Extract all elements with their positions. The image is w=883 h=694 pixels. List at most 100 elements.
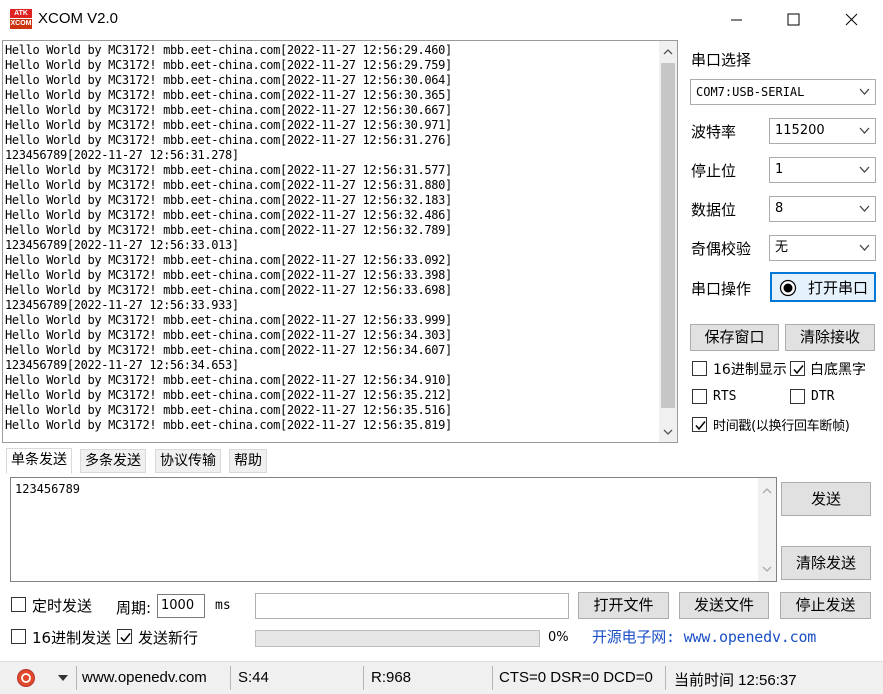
send-file-button[interactable]: 发送文件: [679, 592, 769, 619]
receive-line: Hello World by MC3172! mbb.eet-china.com…: [5, 388, 452, 402]
dtr-checkbox[interactable]: [790, 389, 805, 404]
tab-help[interactable]: 帮助: [229, 449, 267, 473]
receive-line: Hello World by MC3172! mbb.eet-china.com…: [5, 58, 452, 72]
receive-line: Hello World by MC3172! mbb.eet-china.com…: [5, 163, 452, 177]
hex-display-label: 16进制显示: [713, 362, 787, 378]
send-text[interactable]: 123456789: [15, 482, 80, 496]
port-select[interactable]: COM7:USB-SERIAL: [690, 79, 876, 105]
receive-line: 123456789[2022-11-27 12:56:33.933]: [5, 298, 239, 312]
period-input[interactable]: 1000: [157, 594, 205, 618]
receive-line: Hello World by MC3172! mbb.eet-china.com…: [5, 133, 452, 147]
timestamp-label: 时间戳(以换行回车断帧): [713, 419, 850, 434]
open-port-label: 打开串口: [808, 279, 869, 297]
receive-line: Hello World by MC3172! mbb.eet-china.com…: [5, 253, 452, 267]
tab-single-send[interactable]: 单条发送: [6, 448, 72, 474]
app-logo-icon: ATK XCOM: [10, 9, 32, 29]
timestamp-checkbox[interactable]: [692, 417, 707, 432]
file-path-input[interactable]: [255, 593, 569, 619]
port-select-value: COM7:USB-SERIAL: [696, 85, 805, 99]
send-scrollbar[interactable]: [758, 478, 776, 581]
period-label: 周期:: [116, 599, 152, 617]
receive-line: Hello World by MC3172! mbb.eet-china.com…: [5, 223, 452, 237]
checkmark-icon: [793, 365, 804, 375]
white-bg-checkbox[interactable]: [790, 361, 805, 376]
chevron-down-icon: [859, 127, 870, 134]
tab-multi-send[interactable]: 多条发送: [80, 449, 146, 473]
dropdown-arrow-icon[interactable]: [57, 674, 69, 682]
clear-receive-button[interactable]: 清除接收: [785, 324, 875, 351]
port-operation-label: 串口操作: [691, 280, 752, 298]
receive-line: Hello World by MC3172! mbb.eet-china.com…: [5, 43, 452, 57]
receive-area[interactable]: Hello World by MC3172! mbb.eet-china.com…: [2, 40, 678, 443]
checkmark-icon: [695, 421, 706, 431]
data-bits-label: 数据位: [691, 201, 737, 219]
maximize-icon: [787, 13, 800, 26]
receive-line: Hello World by MC3172! mbb.eet-china.com…: [5, 193, 452, 207]
receive-line: Hello World by MC3172! mbb.eet-china.com…: [5, 328, 452, 342]
receive-line: Hello World by MC3172! mbb.eet-china.com…: [5, 373, 452, 387]
tab-protocol[interactable]: 协议传输: [155, 449, 221, 473]
scroll-up-icon[interactable]: [659, 43, 677, 61]
baud-rate-value: 115200: [775, 123, 825, 138]
settings-icon[interactable]: [16, 668, 36, 688]
receive-line: Hello World by MC3172! mbb.eet-china.com…: [5, 178, 452, 192]
status-bar: www.openedv.com S:44 R:968 CTS=0 DSR=0 D…: [0, 661, 883, 694]
maximize-button[interactable]: [764, 0, 824, 40]
scroll-down-icon[interactable]: [659, 423, 677, 441]
hex-send-checkbox[interactable]: [11, 629, 26, 644]
send-button[interactable]: 发送: [781, 482, 871, 516]
parity-select[interactable]: 无: [769, 235, 876, 261]
save-window-button[interactable]: 保存窗口: [690, 324, 779, 351]
status-received-count: R:968: [371, 669, 412, 686]
receive-line: Hello World by MC3172! mbb.eet-china.com…: [5, 268, 452, 282]
chevron-down-icon: [859, 205, 870, 212]
hex-send-label: 16进制发送: [32, 629, 112, 647]
data-bits-value: 8: [775, 201, 784, 216]
checkmark-icon: [120, 633, 131, 643]
status-sent-count: S:44: [238, 669, 269, 686]
timed-send-checkbox[interactable]: [11, 597, 26, 612]
promo-link[interactable]: 开源电子网: www.openedv.com: [592, 626, 816, 647]
rts-label: RTS: [713, 389, 737, 404]
clear-send-button[interactable]: 清除发送: [781, 546, 871, 580]
receive-line: Hello World by MC3172! mbb.eet-china.com…: [5, 313, 452, 327]
baud-rate-select[interactable]: 115200: [769, 118, 876, 144]
window-title: XCOM V2.0: [38, 10, 119, 27]
scroll-down-icon[interactable]: [758, 560, 776, 578]
stop-bits-select[interactable]: 1: [769, 157, 876, 183]
scroll-thumb[interactable]: [661, 63, 675, 408]
receive-line: Hello World by MC3172! mbb.eet-china.com…: [5, 418, 452, 432]
close-button[interactable]: [822, 0, 882, 40]
receive-line: Hello World by MC3172! mbb.eet-china.com…: [5, 103, 452, 117]
stop-bits-value: 1: [775, 162, 784, 177]
receive-scrollbar[interactable]: [659, 41, 677, 442]
receive-line: Hello World by MC3172! mbb.eet-china.com…: [5, 88, 452, 102]
status-lines: CTS=0 DSR=0 DCD=0: [499, 669, 653, 686]
receive-line: 123456789[2022-11-27 12:56:33.013]: [5, 238, 239, 252]
white-bg-label: 白底黑字: [810, 362, 866, 378]
stop-send-button[interactable]: 停止发送: [780, 592, 871, 619]
receive-line: Hello World by MC3172! mbb.eet-china.com…: [5, 118, 452, 132]
hex-display-checkbox[interactable]: [692, 361, 707, 376]
open-port-button[interactable]: 打开串口: [770, 272, 876, 302]
scroll-up-icon[interactable]: [758, 482, 776, 500]
new-line-checkbox[interactable]: [117, 629, 132, 644]
send-progress-bar: [255, 630, 540, 647]
port-status-icon: [779, 279, 797, 297]
receive-line: 123456789[2022-11-27 12:56:34.653]: [5, 358, 239, 372]
parity-label: 奇偶校验: [691, 240, 752, 258]
send-input[interactable]: 123456789: [10, 477, 777, 582]
chevron-down-icon: [859, 166, 870, 173]
receive-line: Hello World by MC3172! mbb.eet-china.com…: [5, 73, 452, 87]
data-bits-select[interactable]: 8: [769, 196, 876, 222]
status-site[interactable]: www.openedv.com: [82, 669, 207, 686]
receive-line: Hello World by MC3172! mbb.eet-china.com…: [5, 343, 452, 357]
chevron-down-icon: [859, 88, 870, 95]
period-unit: ms: [215, 598, 231, 613]
receive-line: 123456789[2022-11-27 12:56:31.278]: [5, 148, 239, 162]
open-file-button[interactable]: 打开文件: [578, 592, 669, 619]
receive-text[interactable]: Hello World by MC3172! mbb.eet-china.com…: [5, 43, 659, 439]
minimize-button[interactable]: [706, 0, 766, 40]
timed-send-label: 定时发送: [32, 597, 93, 615]
rts-checkbox[interactable]: [692, 389, 707, 404]
